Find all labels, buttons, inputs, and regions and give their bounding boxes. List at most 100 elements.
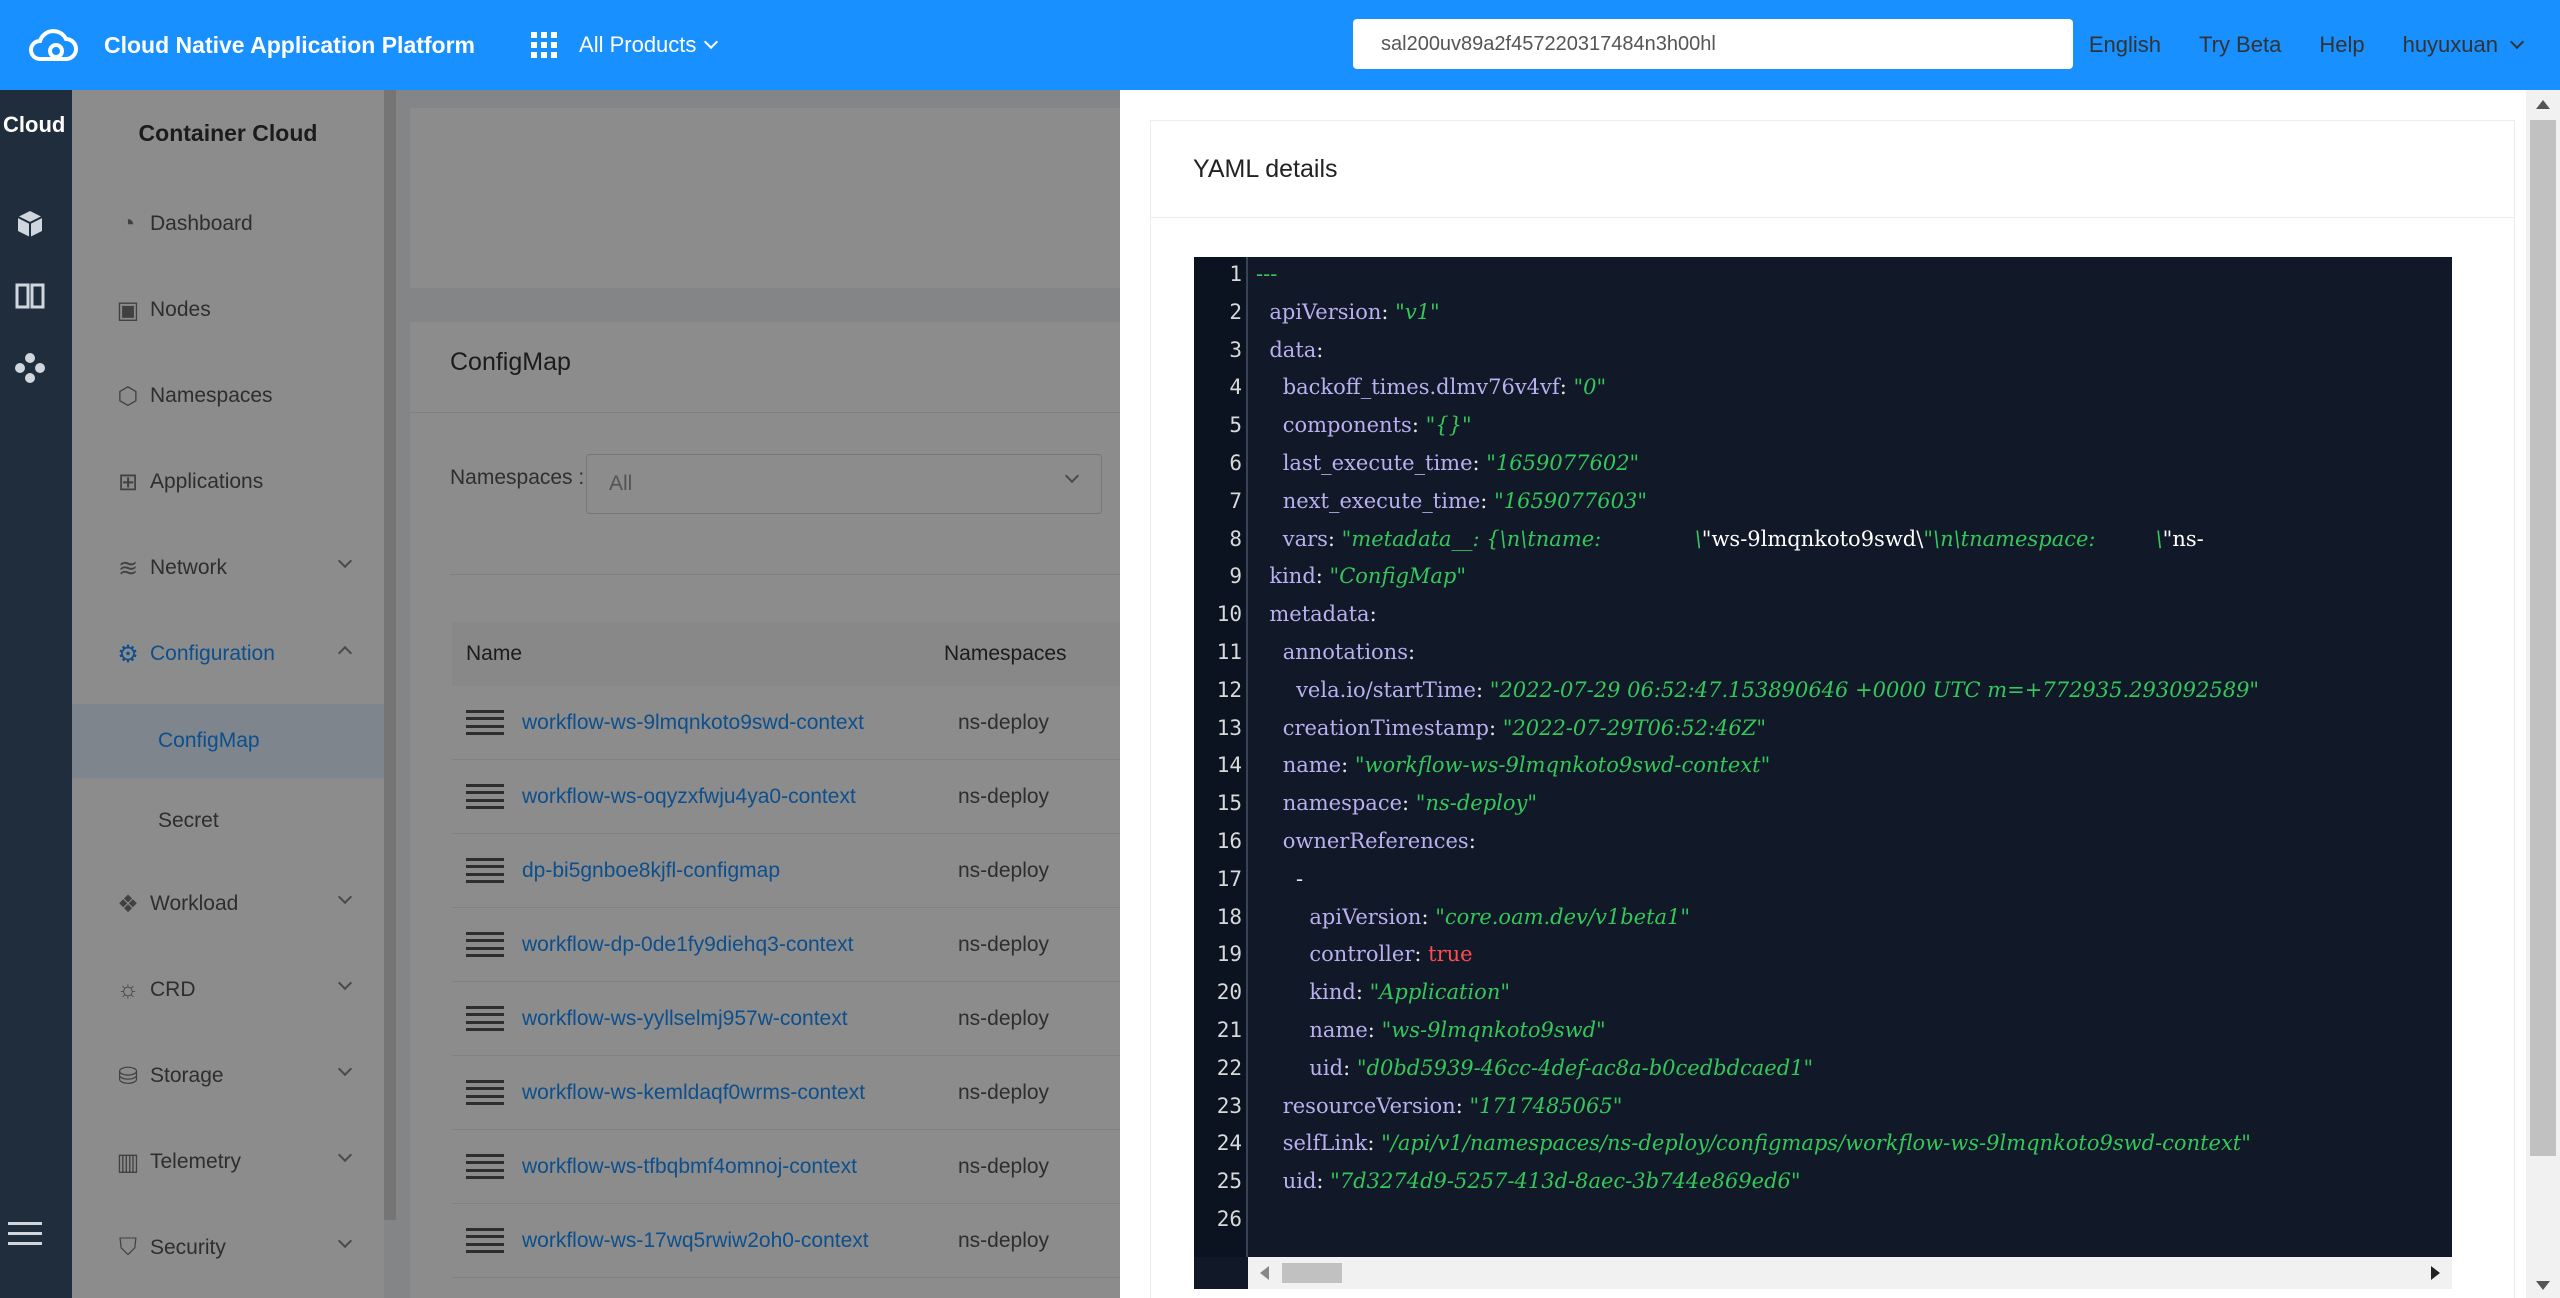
yaml-token: :	[1411, 413, 1426, 438]
yaml-line: name: "ws-9lmqnkoto9swd"	[1256, 1018, 1606, 1056]
line-number: 22	[1216, 1055, 1242, 1080]
help-link[interactable]: Help	[2319, 32, 2364, 58]
line-number: 8	[1229, 526, 1242, 551]
all-products-menu[interactable]: All Products	[579, 32, 719, 58]
vertical-scroll-thumb[interactable]	[2530, 120, 2556, 1156]
line-number: 12	[1216, 677, 1242, 702]
yaml-token: :	[1475, 677, 1490, 702]
yaml-token	[1256, 942, 1309, 966]
yaml-token	[1256, 829, 1283, 853]
line-number: 5	[1229, 413, 1242, 438]
drawer-header: YAML details	[1150, 120, 2515, 218]
cube-icon[interactable]	[14, 208, 46, 240]
yaml-line: backoff_times.dlmv76v4vf: "0"	[1256, 375, 1606, 413]
yaml-token: "core.oam.dev/v1beta1"	[1435, 904, 1691, 929]
yaml-line: metadata:	[1256, 602, 1376, 640]
try-beta-link[interactable]: Try Beta	[2199, 32, 2281, 58]
horizontal-scroll-thumb[interactable]	[1282, 1263, 1342, 1283]
menu-hamburger-icon[interactable]	[8, 1222, 42, 1252]
yaml-token: apiVersion	[1269, 299, 1382, 324]
yaml-token	[1256, 1056, 1309, 1080]
yaml-token	[1256, 413, 1283, 437]
yaml-token: selfLink	[1282, 1131, 1368, 1156]
yaml-token: ---	[1256, 262, 1278, 286]
yaml-token: :	[1367, 1131, 1382, 1156]
line-number: 13	[1216, 715, 1242, 740]
yaml-token: "ns-deploy"	[1415, 791, 1538, 816]
drawer-vertical-scrollbar[interactable]	[2526, 90, 2560, 1298]
yaml-token	[1256, 1094, 1283, 1118]
scroll-down-arrow-icon[interactable]	[2536, 1281, 2550, 1290]
yaml-token: :	[1316, 337, 1324, 362]
top-links: English Try Beta Help huyuxuan	[2089, 0, 2525, 90]
apps-grid-icon[interactable]	[531, 32, 558, 58]
yaml-token	[1256, 527, 1283, 551]
yaml-line: resourceVersion: "1717485065"	[1256, 1093, 1623, 1132]
user-menu[interactable]: huyuxuan	[2402, 32, 2525, 58]
yaml-line: selfLink: "/api/v1/namespaces/ns-deploy/…	[1256, 1131, 2251, 1169]
yaml-line: -	[1256, 867, 1303, 905]
scroll-left-arrow-icon[interactable]	[1260, 1266, 1269, 1280]
line-number: 21	[1216, 1018, 1242, 1042]
all-products-label: All Products	[579, 32, 697, 57]
rail-cloud-label[interactable]: Cloud	[3, 112, 65, 138]
scroll-up-arrow-icon[interactable]	[2536, 100, 2550, 109]
scroll-right-arrow-icon[interactable]	[2431, 1266, 2440, 1280]
drawer-title: YAML details	[1193, 155, 1338, 183]
platform-title[interactable]: Cloud Native Application Platform	[104, 32, 475, 59]
yaml-token: components	[1282, 413, 1412, 438]
yaml-token: namespace	[1282, 791, 1403, 816]
book-icon[interactable]	[14, 280, 46, 312]
yaml-token	[1256, 1018, 1309, 1042]
cluster-icon[interactable]	[14, 352, 46, 384]
yaml-token: "7d3274d9-5257-413d-8aec-3b744e869ed6"	[1330, 1169, 1801, 1194]
yaml-token: true	[1428, 942, 1473, 967]
yaml-line: kind: "ConfigMap"	[1256, 564, 1466, 602]
yaml-token: :	[1367, 1018, 1382, 1042]
search-input[interactable]	[1353, 19, 2073, 69]
line-number: 10	[1216, 602, 1242, 627]
line-number: 3	[1229, 337, 1242, 362]
yaml-token: uid	[1309, 1055, 1344, 1080]
cloud-logo-icon[interactable]	[26, 25, 80, 65]
yaml-token: data	[1269, 337, 1317, 362]
yaml-token: vars	[1282, 526, 1328, 551]
yaml-token	[1256, 1131, 1283, 1155]
left-rail: Cloud	[0, 90, 72, 1298]
yaml-token: backoff_times.dlmv76v4vf	[1282, 375, 1560, 400]
yaml-token: "ws-9lmqnkoto9swd"	[1381, 1018, 1606, 1042]
yaml-token: :	[1455, 1093, 1470, 1118]
horizontal-scrollbar[interactable]	[1248, 1257, 2452, 1289]
yaml-token: :	[1316, 1169, 1331, 1194]
yaml-line: components: "{}"	[1256, 413, 1472, 451]
yaml-line: apiVersion: "core.oam.dev/v1beta1"	[1256, 905, 1690, 943]
line-number: 4	[1229, 375, 1242, 400]
yaml-token: "{}"	[1425, 413, 1472, 438]
yaml-token: "ConfigMap"	[1329, 564, 1467, 589]
yaml-token: "Application"	[1369, 980, 1511, 1005]
line-number: 17	[1216, 866, 1242, 891]
yaml-token: controller	[1309, 942, 1415, 967]
yaml-token: uid	[1282, 1169, 1317, 1194]
yaml-token: name	[1282, 753, 1342, 778]
yaml-token: next_execute_time	[1282, 488, 1481, 513]
chevron-down-icon	[704, 34, 719, 50]
line-number: 7	[1229, 488, 1242, 513]
yaml-token: kind	[1269, 564, 1316, 589]
yaml-token	[1256, 375, 1283, 399]
yaml-token	[1256, 716, 1283, 740]
line-number: 26	[1216, 1207, 1242, 1231]
yaml-token	[1256, 640, 1283, 664]
yaml-token: :	[1559, 375, 1574, 400]
yaml-line: data:	[1256, 338, 1323, 376]
language-link[interactable]: English	[2089, 32, 2161, 58]
yaml-token: "ns-	[2162, 526, 2204, 551]
yaml-line: last_execute_time: "1659077602"	[1256, 451, 1640, 489]
yaml-token: -	[1256, 866, 1304, 891]
yaml-line: ---	[1256, 262, 1277, 300]
line-number: 15	[1216, 791, 1242, 816]
yaml-token: "0"	[1573, 375, 1607, 400]
yaml-token: :	[1355, 980, 1370, 1005]
user-name: huyuxuan	[2402, 32, 2498, 57]
yaml-editor[interactable]: 1 2 3 4 5 6 7 8 9 10 11 12 13 14 15 16 17 18 19 20 21 22 23 24 2…	[1194, 257, 2452, 1289]
